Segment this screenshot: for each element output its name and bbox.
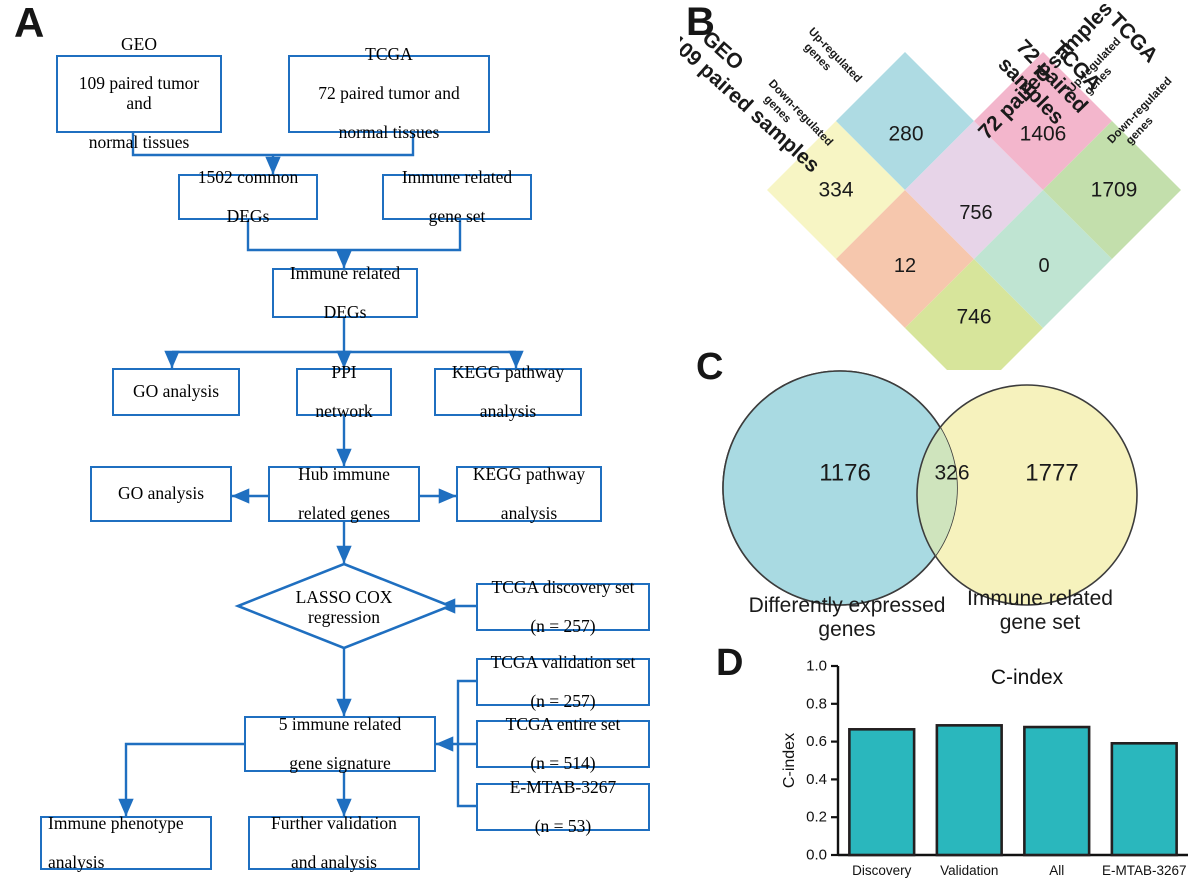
box-line: network xyxy=(315,400,373,421)
bar[interactable] xyxy=(935,724,1003,857)
go-analysis-box-2[interactable]: GO analysis xyxy=(90,466,232,522)
overlap-count: 326 xyxy=(934,462,969,485)
hub-immune-genes-box[interactable]: Hub immune related genes xyxy=(268,463,420,523)
box-line: 1502 common xyxy=(197,166,299,187)
immune-caption-line2: gene set xyxy=(1000,611,1081,634)
y-tick-label: 0.2 xyxy=(806,809,827,826)
common-degs-box[interactable]: 1502 common DEGs xyxy=(178,167,318,225)
tcga-source-box[interactable]: TCGA 72 paired tumor and normal tissues xyxy=(288,44,490,142)
x-tick-label: Validation xyxy=(940,863,998,878)
box-line: TCGA xyxy=(365,44,413,65)
box-line: 72 paired tumor and xyxy=(318,83,460,104)
x-tick-label: E-MTAB-3267 xyxy=(1102,863,1187,878)
immune-count: 1777 xyxy=(1025,460,1078,487)
further-validation-box[interactable]: Further validation and analysis xyxy=(248,812,420,872)
immune-gene-set-box[interactable]: Immune related gene set xyxy=(382,167,532,225)
bar[interactable] xyxy=(1023,725,1091,857)
y-tick-label: 0.6 xyxy=(806,733,827,750)
box-line: analysis xyxy=(48,851,105,872)
region-value-280: 280 xyxy=(888,123,923,146)
region-value-746: 746 xyxy=(956,306,991,329)
box-line: (n = 257) xyxy=(530,690,596,711)
box-line: TCGA discovery set xyxy=(491,576,635,597)
box-line: gene set xyxy=(428,205,486,226)
gene-signature-box[interactable]: 5 immune related gene signature xyxy=(244,713,436,773)
immune-caption-line1: Immune related xyxy=(967,587,1113,610)
region-value-756: 756 xyxy=(959,202,992,224)
box-line: GEO xyxy=(121,34,157,55)
go-analysis-box-1[interactable]: GO analysis xyxy=(112,368,240,416)
tcga-entire-box[interactable]: TCGA entire set (n = 514) xyxy=(476,714,650,772)
geo-group-title-line2: 109 paired samples xyxy=(680,30,824,177)
diamond-line: regression xyxy=(308,606,380,627)
tcga-discovery-box[interactable]: TCGA discovery set (n = 257) xyxy=(476,577,650,635)
box-line: normal tissues xyxy=(338,122,440,143)
box-line: DEGs xyxy=(226,205,270,226)
box-line: 5 immune related xyxy=(278,713,402,734)
ppi-network-box[interactable]: PPI network xyxy=(296,362,392,420)
x-tick-label: All xyxy=(1049,863,1064,878)
box-line: E-MTAB-3267 xyxy=(509,776,617,797)
box-line: Further validation xyxy=(271,812,397,833)
tcga-validation-box[interactable]: TCGA validation set (n = 257) xyxy=(476,652,650,710)
box-line: Immune phenotype xyxy=(48,812,184,833)
box-line: (n = 257) xyxy=(530,615,596,636)
region-value-334: 334 xyxy=(818,179,853,202)
x-tick-label: Discovery xyxy=(852,863,912,878)
region-value-0: 0 xyxy=(1038,255,1049,277)
emtab-box[interactable]: E-MTAB-3267 (n = 53) xyxy=(476,777,650,835)
y-tick-label: 1.0 xyxy=(806,658,827,675)
bar[interactable] xyxy=(1110,742,1178,857)
box-line: KEGG pathway xyxy=(451,361,565,382)
kegg-pathway-box-2[interactable]: KEGG pathway analysis xyxy=(456,463,602,523)
panel-c-venn: 1176 326 1777 Differently expressed gene… xyxy=(680,340,1200,650)
box-line: Immune related xyxy=(289,262,401,283)
deg-caption-line2: genes xyxy=(818,618,875,641)
panel-d-bar-chart: 0.0 0.2 0.4 0.6 0.8 1.0 Discovery Validation All… xyxy=(760,640,1200,895)
immune-phenotype-box[interactable]: Immune phenotype analysis xyxy=(40,812,212,872)
region-value-12: 12 xyxy=(894,255,916,277)
box-line: analysis xyxy=(479,400,537,421)
box-line: (n = 514) xyxy=(530,752,596,773)
box-line: related genes xyxy=(298,502,390,523)
box-line: KEGG pathway xyxy=(472,463,586,484)
box-line: gene signature xyxy=(289,752,391,773)
box-line: GO analysis xyxy=(132,381,220,402)
y-tick-label: 0.4 xyxy=(806,771,827,788)
kegg-pathway-box-1[interactable]: KEGG pathway analysis xyxy=(434,362,582,420)
box-line: analysis xyxy=(500,502,558,523)
deg-caption-line1: Differently expressed xyxy=(749,594,946,617)
y-tick-label: 0.8 xyxy=(806,695,827,712)
figure-root: A GEO 109 paired tumor and normal tissue… xyxy=(0,0,1200,895)
lasso-cox-label: LASSO COX regression xyxy=(240,587,448,627)
box-line: and analysis xyxy=(290,851,377,872)
y-tick-label: 0.0 xyxy=(806,847,827,864)
immune-degs-box[interactable]: Immune related DEGs xyxy=(272,263,418,321)
panel-letter-d: D xyxy=(716,642,744,684)
box-line: PPI xyxy=(331,361,357,382)
box-line: DEGs xyxy=(323,301,367,322)
box-line: GO analysis xyxy=(117,483,205,504)
box-line: Immune related xyxy=(401,166,513,187)
box-line: TCGA validation set xyxy=(490,651,636,672)
bar[interactable] xyxy=(848,728,916,857)
box-line: TCGA entire set xyxy=(505,713,621,734)
y-axis-label: C-index xyxy=(781,733,798,788)
chart-title: C-index xyxy=(991,666,1064,689)
box-line: (n = 53) xyxy=(534,815,592,836)
box-line: Hub immune xyxy=(298,463,390,484)
box-line: 109 paired tumor and xyxy=(78,73,200,113)
diamond-line: LASSO COX xyxy=(295,587,393,607)
deg-count: 1176 xyxy=(819,460,871,487)
box-line: normal tissues xyxy=(88,132,190,153)
geo-source-box[interactable]: GEO 109 paired tumor and normal tissues xyxy=(56,35,222,152)
